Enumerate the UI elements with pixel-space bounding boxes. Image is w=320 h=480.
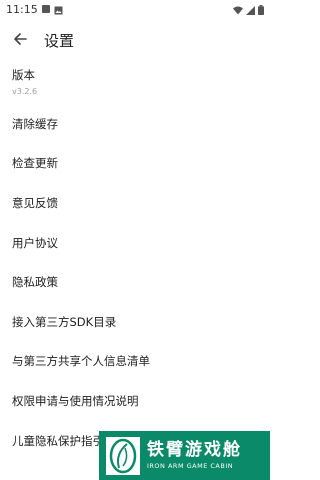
version-value: v3.2.6 (12, 86, 38, 96)
watermark-logo-icon (106, 436, 140, 475)
status-time: 11:15 (6, 2, 38, 16)
settings-item-shared-info-list[interactable]: 与第三方共享个人信息清单 (0, 342, 270, 382)
image-icon (54, 0, 63, 19)
watermark: 铁臂游戏舱 IRON ARM GAME CABIN (99, 431, 270, 480)
settings-list: 版本 v3.2.6 清除缓存 检查更新 意见反馈 用户协议 隐私政策 接入第三方… (0, 58, 270, 460)
battery-icon (258, 0, 264, 19)
settings-item-third-party-sdk[interactable]: 接入第三方SDK目录 (0, 302, 270, 342)
settings-item-check-update[interactable]: 检查更新 (0, 144, 270, 184)
version-row: 版本 v3.2.6 (0, 58, 270, 104)
settings-item-clear-cache[interactable]: 清除缓存 (0, 104, 270, 144)
notification-square-icon (41, 5, 50, 13)
settings-item-permissions[interactable]: 权限申请与使用情况说明 (0, 381, 270, 421)
settings-item-feedback[interactable]: 意见反馈 (0, 183, 270, 223)
page-title: 设置 (44, 31, 75, 50)
settings-item-privacy-policy[interactable]: 隐私政策 (0, 262, 270, 302)
signal-icon (246, 0, 255, 19)
status-bar: 11:15 (0, 0, 270, 18)
app-bar: 设置 (0, 24, 270, 56)
watermark-name-cn: 铁臂游戏舱 (147, 440, 242, 460)
wifi-icon (233, 0, 243, 19)
arrow-left-icon (13, 31, 27, 50)
watermark-name-en: IRON ARM GAME CABIN (147, 462, 234, 470)
back-button[interactable] (0, 24, 40, 56)
version-label: 版本 (12, 67, 35, 82)
settings-item-user-agreement[interactable]: 用户协议 (0, 223, 270, 263)
